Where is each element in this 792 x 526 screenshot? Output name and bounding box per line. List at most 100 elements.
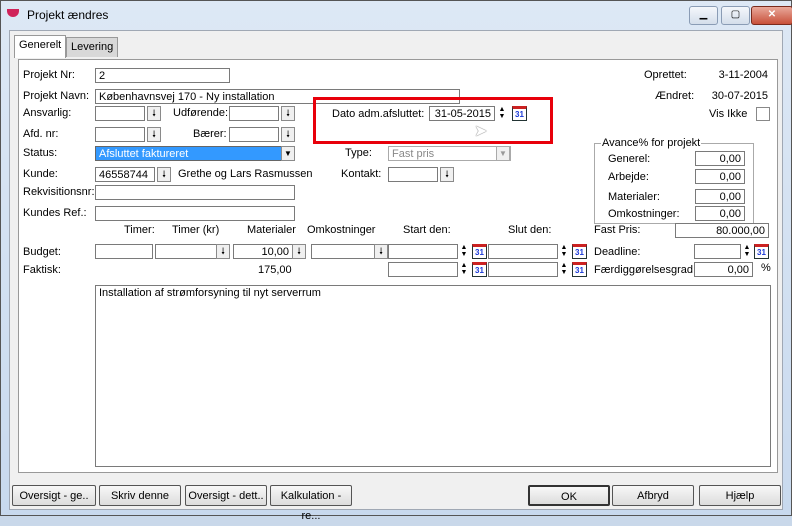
faktisk-start-input[interactable]	[388, 262, 458, 277]
avance-title: Avance% for projekt	[601, 137, 702, 149]
type-select[interactable]: Fast pris	[388, 146, 511, 161]
baerer-input[interactable]	[229, 127, 279, 142]
kunde-label: Kunde:	[23, 168, 58, 180]
avance-arbejde-label: Arbejde:	[608, 171, 649, 183]
fast-pris-label: Fast Pris:	[594, 224, 641, 236]
faktisk-slut-calendar-icon[interactable]: 31	[572, 262, 587, 277]
header-timer-kr: Timer (kr)	[172, 224, 220, 236]
window-title: Projekt ændres	[27, 8, 109, 22]
oprettet-label: Oprettet:	[644, 69, 687, 81]
header-slut-den: Slut den:	[508, 224, 552, 236]
faerdiggorelsesgrad-input[interactable]: 0,00	[694, 262, 753, 277]
faktisk-start-calendar-icon[interactable]: 31	[472, 262, 487, 277]
dato-adm-spin-icon[interactable]: ▲ ▼	[496, 106, 508, 121]
budget-materialer-dropdown-icon[interactable]: 🠗	[292, 244, 306, 259]
avance-materialer-label: Materialer:	[608, 191, 660, 203]
udforende-label: Udførende:	[173, 107, 229, 119]
avance-omkostninger-input[interactable]: 0,00	[695, 206, 745, 221]
header-start-den: Start den:	[403, 224, 451, 236]
dato-adm-input[interactable]: 31-05-2015	[429, 106, 495, 121]
budget-start-calendar-icon[interactable]: 31	[472, 244, 487, 259]
title-bar[interactable]: Projekt ændres ▁ ▢ ✕	[1, 1, 792, 29]
oversigt-detaljer-button[interactable]: Oversigt - dett..	[185, 485, 267, 506]
afd-dropdown-icon[interactable]: 🠗	[147, 127, 161, 142]
tab-generelt[interactable]: Generelt	[14, 35, 67, 58]
header-omkostninger: Omkostninger	[307, 224, 376, 236]
afbryd-button[interactable]: Afbryd	[612, 485, 694, 506]
kontakt-label: Kontakt:	[341, 168, 382, 180]
budget-start-input[interactable]	[388, 244, 458, 259]
fast-pris-input[interactable]: 80.000,00	[675, 223, 769, 238]
budget-slut-calendar-icon[interactable]: 31	[572, 244, 587, 259]
description-textarea[interactable]: Installation af strømforsyning til nyt s…	[95, 285, 771, 467]
vis-ikke-checkbox[interactable]	[756, 107, 770, 121]
status-chevron-down-icon[interactable]: ▼	[281, 146, 295, 161]
dato-adm-label: Dato adm.afsluttet:	[332, 108, 425, 120]
kontakt-dropdown-icon[interactable]: 🠗	[440, 167, 454, 182]
status-select[interactable]: Afsluttet faktureret	[95, 146, 295, 161]
budget-timer-kr-dropdown-icon[interactable]: 🠗	[216, 244, 230, 259]
kunde-navn: Grethe og Lars Rasmussen	[178, 168, 313, 180]
kundes-ref-label: Kundes Ref.:	[23, 207, 87, 219]
afd-input[interactable]	[95, 127, 145, 142]
close-button[interactable]: ✕	[751, 6, 792, 25]
avance-arbejde-input[interactable]: 0,00	[695, 169, 745, 184]
tab-levering[interactable]: Levering	[66, 37, 119, 57]
baerer-label: Bærer:	[193, 128, 227, 140]
dialog-body: Generelt Levering Projekt Nr: 2 Projekt …	[9, 30, 783, 522]
aendret-label: Ændret:	[655, 90, 695, 102]
oprettet-value: 3-11-2004	[718, 69, 768, 81]
baerer-dropdown-icon[interactable]: 🠗	[281, 127, 295, 142]
avance-omkostninger-label: Omkostninger:	[608, 208, 680, 220]
faktisk-label: Faktisk:	[23, 264, 61, 276]
vis-ikke-label: Vis Ikke	[709, 108, 748, 120]
kalkulation-button[interactable]: Kalkulation - re...	[270, 485, 352, 522]
ok-button[interactable]: OK	[528, 485, 610, 506]
kunde-dropdown-icon[interactable]: 🠗	[157, 167, 171, 182]
tab-panel-generelt: Projekt Nr: 2 Projekt Navn: Københavnsve…	[18, 59, 778, 473]
deadline-spin-icon[interactable]: ▲ ▼	[741, 244, 753, 259]
faktisk-slut-spin-icon[interactable]: ▲ ▼	[558, 262, 570, 277]
skriv-denne-button[interactable]: Skriv denne	[99, 485, 181, 506]
oversigt-generelt-button[interactable]: Oversigt - ge..	[12, 485, 96, 506]
budget-omkostninger-input[interactable]	[311, 244, 375, 259]
kunde-input[interactable]: 46558744	[95, 167, 155, 182]
kontakt-input[interactable]	[388, 167, 438, 182]
budget-slut-input[interactable]	[488, 244, 558, 259]
avance-generel-input[interactable]: 0,00	[695, 151, 745, 166]
type-label: Type:	[345, 147, 372, 159]
percent-label: %	[761, 262, 771, 274]
type-chevron-down-icon[interactable]: ▼	[496, 146, 510, 161]
budget-omkostninger-dropdown-icon[interactable]: 🠗	[374, 244, 388, 259]
budget-start-spin-icon[interactable]: ▲ ▼	[458, 244, 470, 259]
header-materialer: Materialer	[247, 224, 296, 236]
faktisk-slut-input[interactable]	[488, 262, 558, 277]
minimize-button[interactable]: ▁	[689, 6, 718, 25]
budget-materialer-input[interactable]: 10,00	[233, 244, 293, 259]
budget-timer-input[interactable]	[95, 244, 153, 259]
hjaelp-button[interactable]: Hjælp	[699, 485, 781, 506]
ansvarlig-label: Ansvarlig:	[23, 107, 72, 119]
status-label: Status:	[23, 147, 58, 159]
dato-adm-calendar-icon[interactable]: 31	[512, 106, 527, 121]
afd-label: Afd. nr:	[23, 128, 59, 140]
ansvarlig-dropdown-icon[interactable]: 🠗	[147, 106, 161, 121]
deadline-label: Deadline:	[594, 246, 641, 258]
kundes-ref-input[interactable]	[95, 206, 295, 221]
aendret-value: 30-07-2015	[711, 90, 768, 102]
projekt-nr-input[interactable]: 2	[95, 68, 230, 83]
projekt-navn-label: Projekt Navn:	[23, 90, 90, 102]
deadline-calendar-icon[interactable]: 31	[754, 244, 769, 259]
budget-slut-spin-icon[interactable]: ▲ ▼	[558, 244, 570, 259]
maximize-button[interactable]: ▢	[721, 6, 750, 25]
udforende-input[interactable]	[229, 106, 279, 121]
rekvisitionsnr-input[interactable]	[95, 185, 295, 200]
deadline-input[interactable]	[694, 244, 741, 259]
rekvisitionsnr-label: Rekvisitionsnr:	[23, 186, 95, 198]
udforende-dropdown-icon[interactable]: 🠗	[281, 106, 295, 121]
avance-materialer-input[interactable]: 0,00	[695, 189, 745, 204]
faktisk-materialer: 175,00	[258, 264, 292, 276]
faktisk-start-spin-icon[interactable]: ▲ ▼	[458, 262, 470, 277]
ansvarlig-input[interactable]	[95, 106, 145, 121]
budget-timer-kr-input[interactable]	[155, 244, 217, 259]
